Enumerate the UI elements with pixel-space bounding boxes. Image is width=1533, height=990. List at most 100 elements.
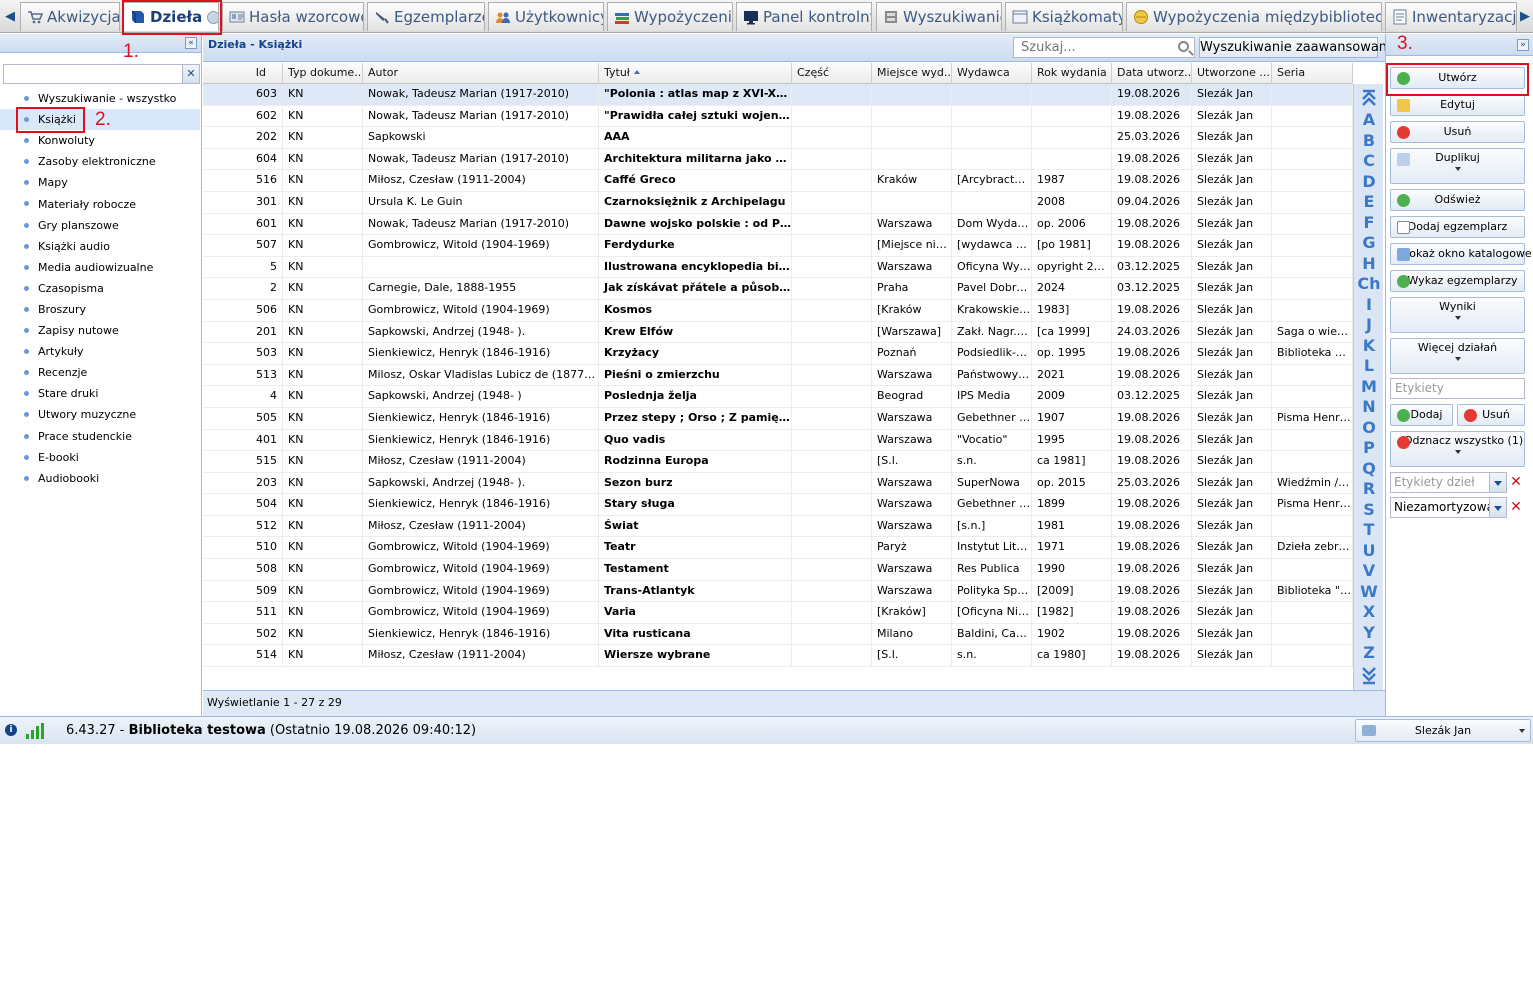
- category-item[interactable]: Wyszukiwanie - wszystko: [0, 88, 200, 109]
- category-item[interactable]: Książki audio: [0, 236, 200, 257]
- alphabet-letter[interactable]: F: [1354, 213, 1384, 232]
- alphabet-letter[interactable]: P: [1354, 438, 1384, 457]
- alphabet-letter[interactable]: X: [1354, 602, 1384, 621]
- category-item[interactable]: Materiały robocze: [0, 193, 200, 214]
- table-row[interactable]: 601 KN Nowak, Tadeusz Marian (1917-2010) Da…: [203, 213, 1353, 236]
- help-icon[interactable]: [207, 10, 218, 24]
- alphabet-letter[interactable]: A: [1354, 110, 1384, 129]
- alphabet-letter[interactable]: Y: [1354, 623, 1384, 642]
- alphabet-letter[interactable]: C: [1354, 151, 1384, 170]
- column-header[interactable]: Utworzone ...: [1192, 63, 1272, 84]
- table-row[interactable]: 507 KN Gombrowicz, Witold (1904-1969) Ferdy…: [203, 235, 1353, 257]
- clear-work-tags-icon[interactable]: ✕: [1509, 475, 1523, 489]
- table-row[interactable]: 514 KN Miłosz, Czesław (1911-2004) Wiersze …: [203, 645, 1353, 668]
- table-row[interactable]: 502 KN Sienkiewicz, Henryk (1846-1916) Vita…: [203, 623, 1353, 646]
- table-row[interactable]: 604 KN Nowak, Tadeusz Marian (1917-2010) Ar…: [203, 148, 1353, 171]
- search-input[interactable]: [1014, 38, 1164, 57]
- alphabet-letter[interactable]: G: [1354, 233, 1384, 252]
- tab-wypozyczenia-miedzybiblioteczne[interactable]: Wypożyczenia międzybiblioteczne: [1126, 2, 1382, 31]
- table-row[interactable]: 504 KN Sienkiewicz, Henryk (1846-1916) Star…: [203, 494, 1353, 516]
- table-row[interactable]: 202 KN Sapkowski AAA 25.03.2026 Slezák Jan: [203, 127, 1353, 149]
- alphabet-letter[interactable]: S: [1354, 500, 1384, 519]
- tab-ksiazkomaty[interactable]: Książkomaty: [1005, 2, 1123, 31]
- category-item[interactable]: Recenzje: [0, 362, 200, 383]
- alphabet-letter[interactable]: O: [1354, 418, 1384, 437]
- info-icon[interactable]: i: [5, 724, 17, 736]
- alphabet-letter[interactable]: L: [1354, 356, 1384, 375]
- column-header[interactable]: Rok wydania: [1032, 63, 1112, 84]
- advanced-search-button[interactable]: Wyszukiwanie zaawansowane: [1199, 37, 1395, 58]
- table-row[interactable]: 301 KN Ursula K. Le Guin Czarnoksiężnik z A…: [203, 191, 1353, 214]
- table-row[interactable]: 505 KN Sienkiewicz, Henryk (1846-1916) Prze…: [203, 407, 1353, 430]
- alphabet-letter[interactable]: J: [1354, 315, 1384, 334]
- column-header[interactable]: Miejsce wyd...: [872, 63, 952, 84]
- table-row[interactable]: 515 KN Miłosz, Czesław (1911-2004) Rodzinna…: [203, 451, 1353, 473]
- alphabet-letter[interactable]: V: [1354, 561, 1384, 580]
- tab-wyszukiwanie[interactable]: Wyszukiwanie: [876, 2, 1002, 31]
- alphabet-letter[interactable]: I: [1354, 295, 1384, 314]
- add-copy-button[interactable]: Dodaj egzemplarz: [1390, 216, 1525, 238]
- category-item[interactable]: Stare druki: [0, 383, 200, 404]
- tab-dziela[interactable]: Dzieła: [123, 2, 219, 31]
- category-item[interactable]: Konwoluty: [0, 130, 200, 151]
- list-copies-button[interactable]: Wykaz egzemplarzy: [1390, 270, 1525, 292]
- category-item[interactable]: Utwory muzyczne: [0, 404, 200, 425]
- alphabet-letter[interactable]: T: [1354, 520, 1384, 539]
- search-icon[interactable]: [1178, 41, 1189, 52]
- table-row[interactable]: 509 KN Gombrowicz, Witold (1904-1969) Trans…: [203, 580, 1353, 603]
- refresh-button[interactable]: Odśwież: [1390, 189, 1525, 211]
- user-menu-button[interactable]: Slezák Jan: [1355, 719, 1531, 742]
- alphabet-letter[interactable]: D: [1354, 172, 1384, 191]
- table-row[interactable]: 602 KN Nowak, Tadeusz Marian (1917-2010) "P…: [203, 105, 1353, 128]
- tab-wypozyczenia[interactable]: Wypożyczenia: [607, 2, 733, 31]
- category-item[interactable]: Gry planszowe: [0, 215, 200, 236]
- table-row[interactable]: 603 KN Nowak, Tadeusz Marian (1917-2010) "P…: [203, 84, 1353, 106]
- category-filter-input[interactable]: ✕: [3, 64, 200, 84]
- alphabet-letter[interactable]: E: [1354, 192, 1384, 211]
- collapse-left-icon[interactable]: «: [185, 37, 197, 49]
- clear-filter-icon[interactable]: ✕: [182, 65, 199, 83]
- alphabet-letter[interactable]: U: [1354, 541, 1384, 560]
- column-header[interactable]: Id: [203, 63, 283, 84]
- table-row[interactable]: 513 KN Milosz, Oskar Vladislas Lubicz de (…: [203, 364, 1353, 387]
- jump-to-bottom-icon[interactable]: [1360, 667, 1378, 685]
- tab-egzemplarze[interactable]: Egzemplarze: [367, 2, 485, 31]
- table-row[interactable]: 2 KN Carnegie, Dale, 1888-1955 Jak získávat…: [203, 278, 1353, 300]
- category-item[interactable]: Prace studenckie: [0, 426, 200, 447]
- alphabet-letter[interactable]: M: [1354, 377, 1384, 396]
- add-tag-button[interactable]: Dodaj: [1390, 404, 1453, 426]
- tab-panel-kontrolny[interactable]: Panel kontrolny: [736, 2, 872, 31]
- table-row[interactable]: 511 KN Gombrowicz, Witold (1904-1969) Varia…: [203, 602, 1353, 624]
- show-catalog-window-button[interactable]: Pokaż okno katalogowe: [1390, 243, 1532, 265]
- category-item[interactable]: Mapy: [0, 172, 200, 193]
- tab-akwizycja[interactable]: Akwizycja: [20, 2, 120, 31]
- duplicate-button[interactable]: Duplikuj: [1390, 148, 1525, 184]
- column-header[interactable]: Typ dokume...: [283, 63, 363, 84]
- tab-inwentaryzacja[interactable]: Inwentaryzacja: [1385, 2, 1517, 31]
- work-tags-dropdown-icon[interactable]: [1490, 472, 1507, 493]
- column-header[interactable]: Seria: [1272, 63, 1353, 84]
- alphabet-letter[interactable]: K: [1354, 336, 1384, 355]
- create-button[interactable]: Utwórz: [1390, 67, 1525, 89]
- table-row[interactable]: 503 KN Sienkiewicz, Henryk (1846-1916) Krzy…: [203, 343, 1353, 365]
- table-row[interactable]: 5 KN Ilustrowana encyklopedia bibli... Wars…: [203, 256, 1353, 279]
- remove-tag-button[interactable]: Usuń: [1457, 404, 1525, 426]
- category-item[interactable]: Media audiowizualne: [0, 257, 200, 278]
- collapse-right-icon[interactable]: »: [1517, 39, 1529, 51]
- delete-button[interactable]: Usuń: [1390, 121, 1525, 143]
- table-row[interactable]: 512 KN Miłosz, Czesław (1911-2004) Świat War…: [203, 515, 1353, 538]
- table-row[interactable]: 401 KN Sienkiewicz, Henryk (1846-1916) Quo …: [203, 429, 1353, 452]
- clear-amortization-icon[interactable]: ✕: [1509, 500, 1523, 514]
- work-tags-combo[interactable]: Etykiety dzieł: [1390, 472, 1490, 493]
- jump-to-top-icon[interactable]: [1360, 88, 1378, 106]
- search-box[interactable]: [1013, 37, 1195, 58]
- category-item[interactable]: Audiobooki: [0, 468, 200, 489]
- column-header[interactable]: Data utworz...: [1112, 63, 1192, 84]
- more-actions-button[interactable]: Więcej działań: [1390, 338, 1525, 374]
- alphabet-letter[interactable]: W: [1354, 582, 1384, 601]
- alphabet-letter[interactable]: Z: [1354, 643, 1384, 662]
- column-header[interactable]: Autor: [363, 63, 599, 84]
- column-header[interactable]: Wydawca: [952, 63, 1032, 84]
- table-row[interactable]: 506 KN Gombrowicz, Witold (1904-1969) Kosmo…: [203, 299, 1353, 322]
- column-header[interactable]: Część: [792, 63, 872, 84]
